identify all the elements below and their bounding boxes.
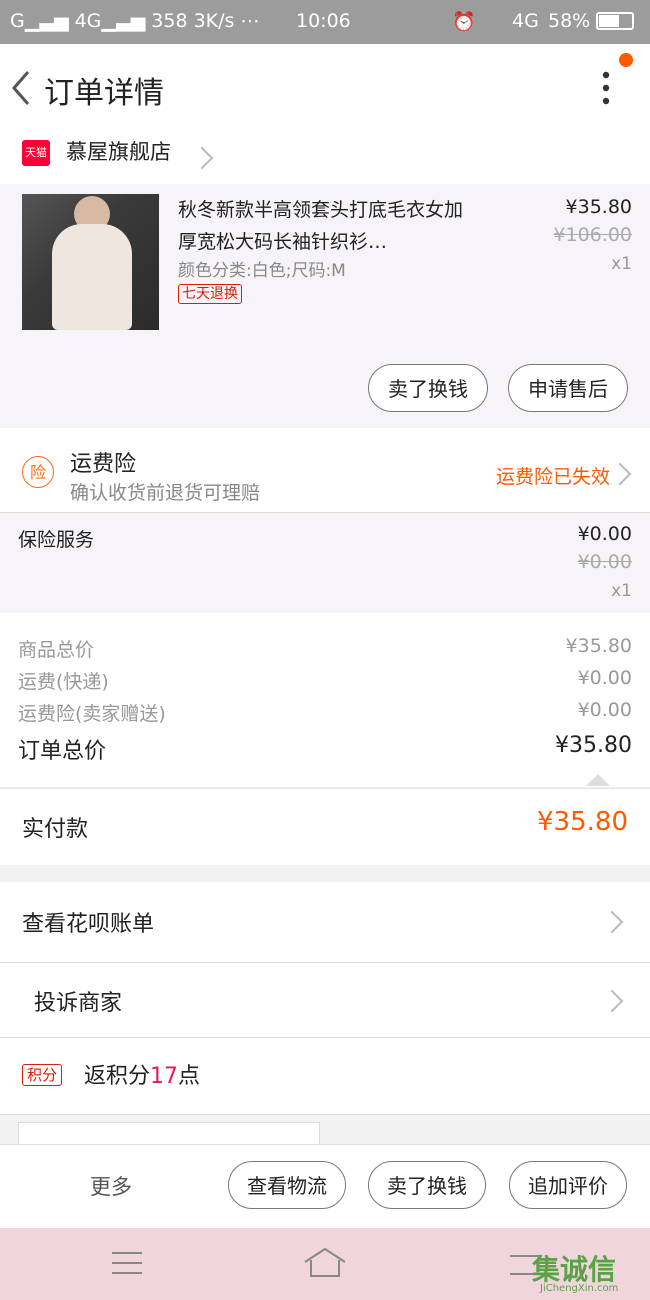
product-props: 颜色分类:白色;尺码:M xyxy=(178,261,346,281)
notification-dot xyxy=(619,53,633,67)
insurance-service-row: 保险服务 ¥0.00 ¥0.00 x1 xyxy=(0,513,650,613)
home-icon[interactable] xyxy=(303,1246,347,1278)
resell-button-bottom[interactable]: 卖了换钱 xyxy=(368,1161,486,1209)
actual-payment-value: ¥35.80 xyxy=(537,807,628,837)
shipping-value: ¥0.00 xyxy=(577,667,632,689)
add-review-button[interactable]: 追加评价 xyxy=(509,1161,627,1209)
caret-indicator xyxy=(586,774,610,786)
more-button[interactable]: 更多 xyxy=(90,1171,132,1201)
store-row[interactable]: 天猫 慕屋旗舰店 xyxy=(0,130,650,184)
product-price: ¥35.80 xyxy=(565,196,632,218)
battery-icon xyxy=(596,12,634,30)
insurance-icon: 险 xyxy=(22,456,54,488)
service-qty: x1 xyxy=(611,581,632,601)
tmall-logo-icon: 天猫 xyxy=(22,140,50,166)
points-badge: 积分 xyxy=(22,1064,63,1086)
insurance-fee-value: ¥0.00 xyxy=(577,699,632,721)
status-battery: 58% xyxy=(548,10,591,32)
product-original-price: ¥106.00 xyxy=(553,224,632,246)
goods-total-row: 商品总价 ¥35.80 xyxy=(18,635,632,665)
insurance-fee-label: 运费险(卖家赠送) xyxy=(18,703,166,725)
huabei-bill-label[interactable]: 查看花呗账单 xyxy=(22,906,154,938)
more-menu-icon[interactable] xyxy=(592,70,620,106)
insurance-fee-row: 运费险(卖家赠送) ¥0.00 xyxy=(18,699,632,729)
shipping-label: 运费(快递) xyxy=(18,671,109,693)
order-total-value: ¥35.80 xyxy=(555,733,632,758)
complaint-label[interactable]: 投诉商家 xyxy=(34,985,122,1017)
complaint-row[interactable]: 投诉商家 xyxy=(0,963,650,1037)
chevron-right-icon xyxy=(190,146,214,170)
alarm-icon: ⏰ xyxy=(452,11,476,33)
shipping-row: 运费(快递) ¥0.00 xyxy=(18,667,632,697)
points-text: 返积分17点 xyxy=(84,1058,200,1090)
product-card[interactable]: 秋冬新款半高领套头打底毛衣女加厚宽松大码长袖针织衫… 颜色分类:白色;尺码:M … xyxy=(0,184,650,428)
divider xyxy=(0,1114,650,1115)
resell-button[interactable]: 卖了换钱 xyxy=(368,364,488,412)
nav-bar: 订单详情 xyxy=(0,44,650,130)
status-left: G▁▃▅ 4G▁▃▅ 358 3K/s ⋯ xyxy=(10,10,260,32)
chevron-right-icon xyxy=(600,910,624,934)
actual-payment-row: 实付款 ¥35.80 xyxy=(0,788,650,865)
status-time: 10:06 xyxy=(296,10,351,32)
points-row: 积分 返积分17点 xyxy=(0,1038,650,1114)
status-bar: G▁▃▅ 4G▁▃▅ 358 3K/s ⋯ 10:06 ⏰ 4G 58% xyxy=(0,0,650,44)
insurance-subtitle: 确认收货前退货可理赔 xyxy=(70,482,261,504)
order-total-row: 订单总价 ¥35.80 xyxy=(18,733,632,764)
shipping-insurance-row[interactable]: 险 运费险 确认收货前退货可理赔 运费险已失效 xyxy=(0,428,650,512)
points-suffix: 点 xyxy=(178,1064,201,1089)
insurance-status: 运费险已失效 xyxy=(495,466,610,488)
goods-total-value: ¥35.80 xyxy=(565,635,632,657)
status-network: 4G xyxy=(512,10,539,32)
product-image[interactable] xyxy=(22,194,159,330)
after-sale-button[interactable]: 申请售后 xyxy=(508,364,628,412)
watermark-sub: JiChengXin.com xyxy=(540,1283,619,1294)
back-arrow-icon[interactable] xyxy=(8,68,38,108)
huabei-bill-row[interactable]: 查看花呗账单 xyxy=(0,882,650,962)
goods-total-label: 商品总价 xyxy=(18,639,95,661)
points-prefix: 返积分 xyxy=(84,1064,151,1089)
service-original-price: ¥0.00 xyxy=(577,551,632,573)
actual-payment-label: 实付款 xyxy=(22,817,89,842)
chevron-right-icon xyxy=(600,989,624,1013)
service-price: ¥0.00 xyxy=(577,523,632,545)
price-summary: 商品总价 ¥35.80 运费(快递) ¥0.00 运费险(卖家赠送) ¥0.00… xyxy=(0,613,650,787)
points-count: 17 xyxy=(150,1064,179,1089)
chevron-right-icon xyxy=(608,462,632,486)
product-title[interactable]: 秋冬新款半高领套头打底毛衣女加厚宽松大码长袖针织衫… xyxy=(178,194,478,258)
bottom-action-bar: 更多 查看物流 卖了换钱 追加评价 xyxy=(0,1144,650,1229)
insurance-title: 运费险 xyxy=(70,452,137,477)
menu-icon[interactable] xyxy=(110,1250,144,1276)
service-label: 保险服务 xyxy=(18,529,95,551)
product-qty: x1 xyxy=(611,254,632,274)
card-peek xyxy=(18,1122,320,1145)
page-title: 订单详情 xyxy=(44,76,164,111)
store-name[interactable]: 慕屋旗舰店 xyxy=(66,136,171,166)
view-logistics-button[interactable]: 查看物流 xyxy=(228,1161,346,1209)
watermark-text: 集诚信 xyxy=(532,1253,617,1286)
order-total-label: 订单总价 xyxy=(18,739,107,764)
return-policy-badge: 七天退换 xyxy=(178,284,242,304)
